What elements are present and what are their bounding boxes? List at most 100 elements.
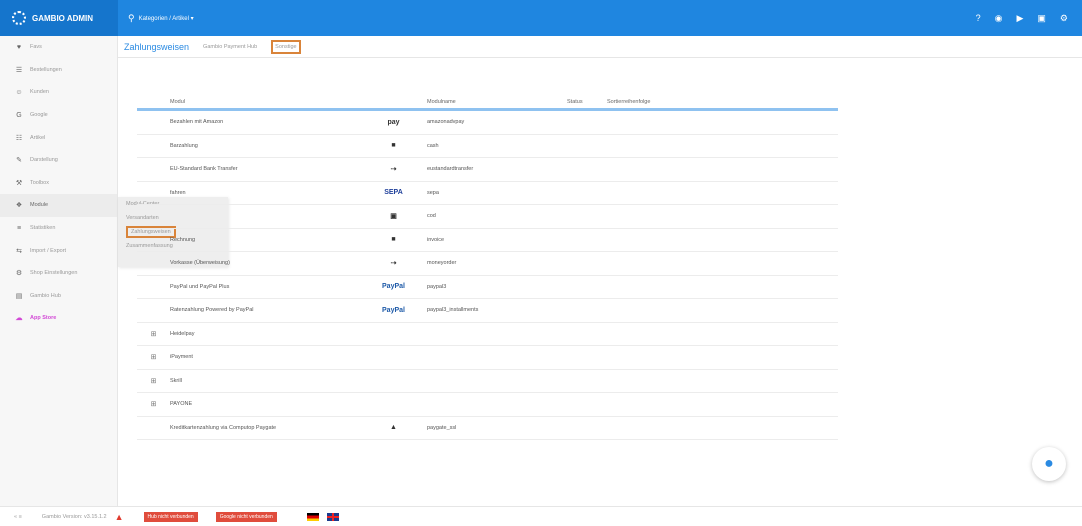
sidebar-item-toolbox[interactable]: ⚒ Toolbox [0,172,117,195]
sidebar-item-darstellung[interactable]: ✎ Darstellung [0,149,117,172]
sidebar-item-label: Favs [30,44,42,51]
hub-status-badge[interactable]: Hub nicht verbunden [143,511,198,522]
table-row[interactable]: EU-Standard Bank Transfer ⇢ eustandardtran… [137,158,838,182]
sidebar-item-gambio-hub[interactable]: ▤ Gambio Hub [0,285,117,308]
brush-icon: ✎ [16,157,22,165]
puzzle-icon: ❖ [15,202,23,210]
sidebar-item-favs[interactable]: ♥ Favs [0,36,117,59]
module-name: Skrill [170,377,182,384]
help-icon[interactable]: ? [976,13,981,23]
sidebar-item-shop-einstellungen[interactable]: ⚙ Shop Einstellungen [0,262,117,285]
payment-logo-icon: pay [387,118,400,126]
table-row[interactable]: ⊞ Skrill [137,370,838,393]
lightbulb-icon: ● [1044,455,1054,472]
module-name: Rechnung [170,236,196,243]
sidebar-item-label: Module [30,202,49,209]
column-header-sort: Sortierreihenfolge [607,98,651,105]
module-name: PayPal und PayPal Plus [170,283,230,290]
payment-logo-icon: ▣ [390,213,397,221]
page-title: Zahlungsweisen [124,41,190,52]
module-name: PAYONE [170,401,193,408]
sidebar-item-label: Import / Export [30,247,67,254]
top-icon-bar: ? ◉ ▶ ▣ ⚙ [976,0,1068,36]
hub-icon: ▤ [15,292,23,300]
expand-toggle-icon[interactable]: ⊞ [137,330,170,338]
module-code: sepa [427,189,439,196]
tab-gambio-payment-hub[interactable]: Gambio Payment Hub [203,44,257,50]
warning-icon: ▲ [114,511,124,522]
sidebar-item-statistiken[interactable]: ≡ Statistiken [0,217,117,240]
table-row[interactable]: Bezahlen mit Amazon pay amazonadvpay [137,111,838,135]
module-code: invoice [427,236,445,243]
megaphone-icon[interactable]: ▶ [1016,13,1023,24]
gambio-logo-icon [12,11,26,25]
german-flag-icon[interactable] [306,512,319,521]
expand-toggle-icon[interactable]: ⊞ [137,353,170,361]
exchange-icon: ⇆ [16,247,22,255]
module-code: eustandardtransfer [427,166,474,173]
payment-logo-icon: SEPA [384,189,403,197]
table-row[interactable]: PayPal und PayPal Plus PayPal paypal3 [137,276,838,299]
table-row[interactable]: fahren SEPA sepa [137,182,838,205]
sidebar-item-app-store[interactable]: ☁ App Store [0,307,117,330]
table-row[interactable]: ▣ cod [137,205,838,229]
version-text: Gambio Version: v3.15.1.2 [41,513,107,520]
cloud-icon: ☁ [15,315,23,323]
sidebar-item-module[interactable]: ❖ Module [0,194,117,217]
footer: « ≡ Gambio Version: v3.15.1.2 ▲ Hub nich… [0,506,1082,526]
payment-logo-icon: ■ [391,142,396,150]
table-row[interactable]: Barzahlung ■ cash [137,135,838,158]
sidebar-item-bestellungen[interactable]: ☰ Bestellungen [0,59,117,82]
sidebar-item-label: Darstellung [30,157,58,164]
module-name: Bezahlen mit Amazon [170,119,224,126]
payment-logo-icon: ■ [391,236,396,244]
table-row[interactable]: Rechnung ■ invoice [137,229,838,252]
sidebar-item-label: Bestellungen [30,66,62,73]
payment-logo-icon: PayPal [382,306,405,314]
payment-logo-icon: ⇢ [390,166,397,174]
module-name: Kreditkartenzahlung via Computop Paygate [170,424,277,431]
google-icon: G [16,111,22,119]
google-status-badge[interactable]: Google nicht verbunden [215,511,277,522]
users-icon: ☺ [15,88,23,96]
payment-logo-icon: PayPal [382,283,405,291]
brand[interactable]: GAMBIO ADMIN [0,0,118,36]
sidebar-item-kunden[interactable]: ☺ Kunden [0,81,117,104]
brand-title: GAMBIO ADMIN [32,13,94,23]
chart-icon: ≡ [16,224,22,232]
eye-icon[interactable]: ◉ [995,13,1003,24]
sidebar-item-artikel[interactable]: ☷ Artikel [0,126,117,149]
table-row[interactable]: Ratenzahlung Powered by PayPal PayPal payp… [137,299,838,323]
table-row[interactable]: ⊞ PAYONE [137,393,838,417]
table-row[interactable]: ⊞ Heidelpay [137,323,838,346]
table-row[interactable]: Vorkasse (Überweisung) ⇢ moneyorder [137,252,838,276]
table-body: Bezahlen mit Amazon pay amazonadvpay Barzah… [137,111,838,440]
sidebar-item-label: Shop Einstellungen [30,270,78,277]
sidebar-item-label: Kunden [30,89,49,96]
settings-icon[interactable]: ⚙ [1060,13,1068,24]
module-code: paygate_ssl [427,424,457,431]
sidebar-item-label: Google [30,112,48,119]
module-name: EU-Standard Bank Transfer [170,166,238,173]
sidebar-item-import-export[interactable]: ⇆ Import / Export [0,239,117,262]
table-row[interactable]: Kreditkartenzahlung via Computop Paygate… [137,417,838,440]
page-header: Zahlungsweisen Gambio Payment Hub Sonsti… [118,36,1082,58]
column-header-modul: Modul [170,98,185,105]
top-bar: GAMBIO ADMIN ⚲ Kategorien / Artikel ▾ ? … [0,0,1082,36]
sidebar-item-google[interactable]: G Google [0,104,117,127]
table-header: Modul Modulname Status Sortierreihenfolg… [137,95,838,111]
module-code: paypal3_installments [427,307,479,314]
cart-icon[interactable]: ▣ [1037,13,1046,24]
tab-sonstige[interactable]: Sonstige [271,39,301,54]
table-row[interactable]: ⊞ iPayment [137,346,838,370]
collapse-sidebar-button[interactable]: « ≡ [14,514,22,520]
payment-modules-table: Modul Modulname Status Sortierreihenfolg… [137,95,838,440]
english-flag-icon[interactable] [326,512,339,521]
search-dropdown[interactable]: ⚲ Kategorien / Artikel ▾ [128,0,194,36]
expand-toggle-icon[interactable]: ⊞ [137,400,170,408]
payment-logo-icon: ⇢ [390,260,397,268]
module-code: moneyorder [427,260,457,267]
help-bulb-button[interactable]: ● [1032,447,1066,481]
expand-toggle-icon[interactable]: ⊞ [137,377,170,385]
heart-icon: ♥ [16,43,22,51]
